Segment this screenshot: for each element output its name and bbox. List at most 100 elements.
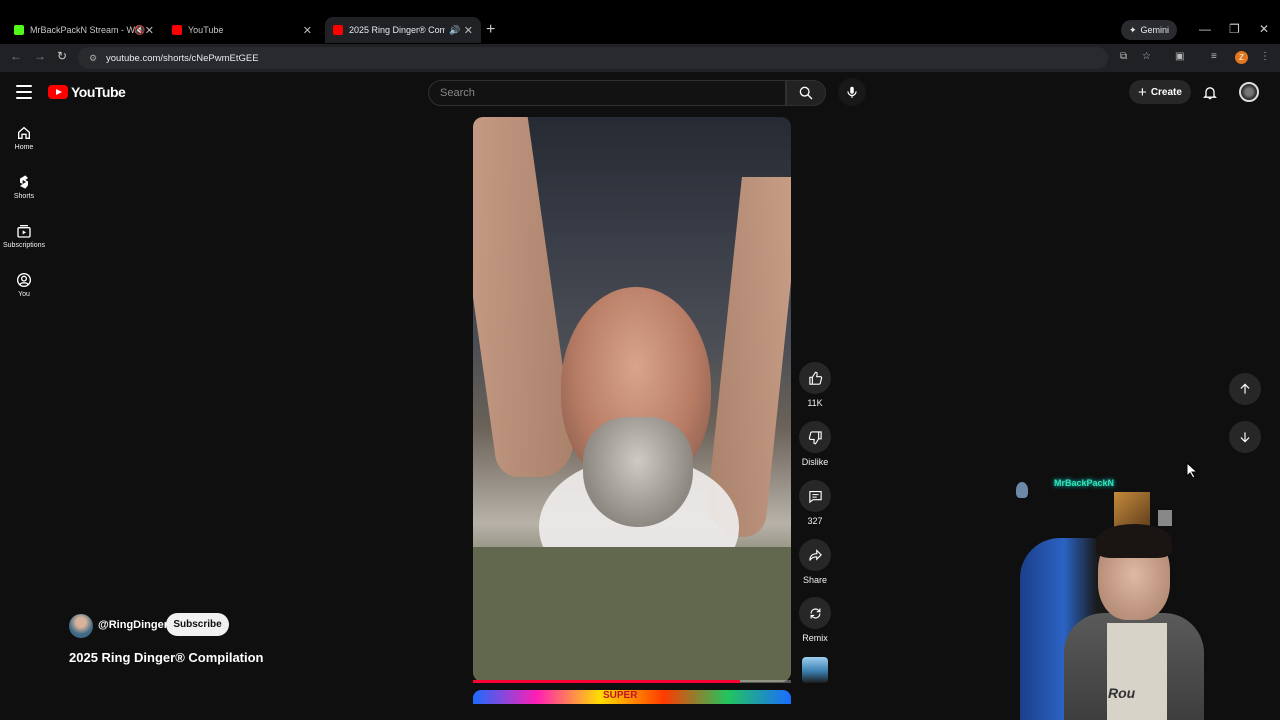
sidebar-item-shorts[interactable]: Shorts	[0, 174, 48, 200]
youtube-favicon-icon	[333, 25, 343, 35]
share-arrow-icon	[808, 548, 822, 561]
browser-profile-avatar[interactable]: Z	[1235, 51, 1248, 64]
back-icon[interactable]: ←	[10, 49, 22, 63]
tab-title: YouTube	[188, 25, 224, 35]
kick-favicon-icon	[14, 25, 24, 35]
video-frame-arm	[473, 117, 579, 477]
remix-label: Remix	[802, 633, 828, 643]
shorts-icon	[20, 175, 28, 189]
new-tab-button[interactable]: +	[486, 21, 495, 39]
channel-handle[interactable]: @RingDinger	[98, 619, 168, 631]
tab-active-short[interactable]: 2025 Ring Dinger® Compil 🔊 ✕	[325, 17, 481, 43]
youtube-header: YouTube + Create	[0, 72, 1280, 114]
profile-initial: Z	[1239, 53, 1244, 62]
browser-tab-strip: MrBackPackN Stream - Wa 🔇 ✕ YouTube ✕ 20…	[0, 0, 1280, 44]
sidebar-item-you[interactable]: You	[0, 272, 48, 298]
youtube-logo[interactable]: YouTube	[48, 84, 126, 100]
arrow-up-icon	[1240, 383, 1250, 394]
logo-wordmark: YouTube	[71, 84, 126, 100]
notifications-bell-icon[interactable]	[1202, 84, 1218, 101]
comments-button[interactable]: 327	[797, 480, 833, 526]
reload-icon[interactable]: ↻	[57, 49, 67, 63]
gemini-sparkle-icon: ✦	[1128, 24, 1137, 35]
shorts-video-player[interactable]	[473, 117, 791, 682]
youtube-favicon-icon	[172, 25, 182, 35]
voice-search-button[interactable]	[838, 78, 866, 106]
create-label: Create	[1150, 86, 1182, 98]
thumbs-up-icon	[808, 371, 822, 385]
restore-icon[interactable]: ❐	[1229, 22, 1240, 36]
share-label: Share	[802, 575, 828, 585]
plus-icon: +	[1138, 83, 1147, 101]
next-short-button[interactable]	[1229, 421, 1261, 453]
comment-icon	[808, 490, 822, 503]
muted-speaker-icon[interactable]: 🔇	[134, 25, 145, 36]
remix-button[interactable]: Remix	[797, 597, 833, 643]
sidebar-item-label: Subscriptions	[2, 242, 46, 249]
close-tab-icon[interactable]: ✕	[303, 24, 312, 37]
home-icon	[18, 126, 30, 139]
next-short-preview[interactable]: SUPER	[473, 690, 791, 704]
speaker-icon[interactable]: 🔊	[449, 25, 460, 36]
gemini-label: Gemini	[1140, 25, 1170, 35]
microphone-icon	[847, 86, 857, 98]
install-app-icon[interactable]: ⧉	[1120, 51, 1127, 62]
streamer-shirt	[1107, 623, 1167, 720]
sidebar-item-label: Home	[14, 144, 34, 151]
youtube-play-logo-icon	[48, 85, 68, 99]
like-button[interactable]: 11K	[797, 362, 833, 408]
tab-kick-stream[interactable]: MrBackPackN Stream - Wa 🔇 ✕	[6, 17, 162, 43]
video-title[interactable]: 2025 Ring Dinger® Compilation	[69, 650, 264, 665]
remix-icon	[810, 608, 820, 618]
sidebar-item-label: Shorts	[13, 193, 35, 200]
account-avatar[interactable]	[1239, 82, 1259, 102]
subscriptions-icon	[17, 225, 31, 238]
like-count: 11K	[807, 398, 823, 408]
close-tab-icon[interactable]: ✕	[464, 24, 473, 37]
webcam-background-mug	[1158, 510, 1172, 526]
previous-short-button[interactable]	[1229, 373, 1261, 405]
streamer-webcam-overlay: MrBackPackN Rou	[1012, 478, 1204, 720]
channel-thumbnail[interactable]	[802, 657, 828, 683]
search-button[interactable]	[786, 80, 826, 106]
comment-count: 327	[807, 516, 823, 526]
url-text: youtube.com/shorts/cNePwmEtGEE	[106, 52, 259, 64]
media-controls-icon[interactable]: ≡	[1211, 51, 1217, 62]
channel-avatar[interactable]	[69, 614, 93, 638]
gemini-button[interactable]: ✦ Gemini	[1121, 20, 1177, 40]
address-bar[interactable]: ⚙ youtube.com/shorts/cNePwmEtGEE	[78, 47, 1108, 69]
close-tab-icon[interactable]: ✕	[145, 24, 154, 37]
site-info-icon[interactable]: ⚙	[84, 53, 102, 64]
sidebar-item-subscriptions[interactable]: Subscriptions	[0, 223, 48, 249]
search-icon	[799, 86, 813, 100]
subscribe-button[interactable]: Subscribe	[166, 613, 229, 636]
webcam-background-lamp	[1016, 482, 1028, 498]
sidebar-item-home[interactable]: Home	[0, 125, 48, 151]
browser-menu-icon[interactable]: ⋮	[1260, 51, 1270, 62]
arrow-down-icon	[1240, 432, 1250, 443]
tab-title: MrBackPackN Stream - Wa	[30, 25, 140, 35]
extensions-icon[interactable]: ▣	[1175, 51, 1184, 62]
create-button[interactable]: + Create	[1129, 80, 1191, 104]
sidebar-item-label: You	[18, 291, 30, 298]
minimize-icon[interactable]: —	[1199, 22, 1211, 36]
video-progress-fill	[473, 680, 741, 683]
tab-youtube[interactable]: YouTube ✕	[164, 17, 320, 43]
close-window-icon[interactable]: ✕	[1259, 22, 1269, 36]
video-frame-beard	[583, 417, 693, 527]
forward-icon[interactable]: →	[34, 49, 46, 63]
share-button[interactable]: Share	[797, 539, 833, 585]
thumbs-down-icon	[808, 430, 822, 444]
you-icon	[17, 273, 31, 287]
shirt-print-text: Rou	[1108, 685, 1136, 701]
guide-menu-icon[interactable]	[16, 85, 32, 99]
video-progress-bar[interactable]	[473, 680, 791, 683]
tab-title: 2025 Ring Dinger® Compil	[349, 25, 445, 35]
mouse-cursor-icon	[1186, 462, 1198, 478]
search-input[interactable]	[440, 87, 785, 99]
browser-toolbar: ← → ↻ ⚙ youtube.com/shorts/cNePwmEtGEE ⧉…	[0, 44, 1280, 72]
streamer-hair	[1096, 524, 1172, 558]
dislike-button[interactable]: Dislike	[797, 421, 833, 467]
search-box	[428, 80, 786, 106]
bookmark-star-icon[interactable]: ☆	[1142, 51, 1151, 62]
